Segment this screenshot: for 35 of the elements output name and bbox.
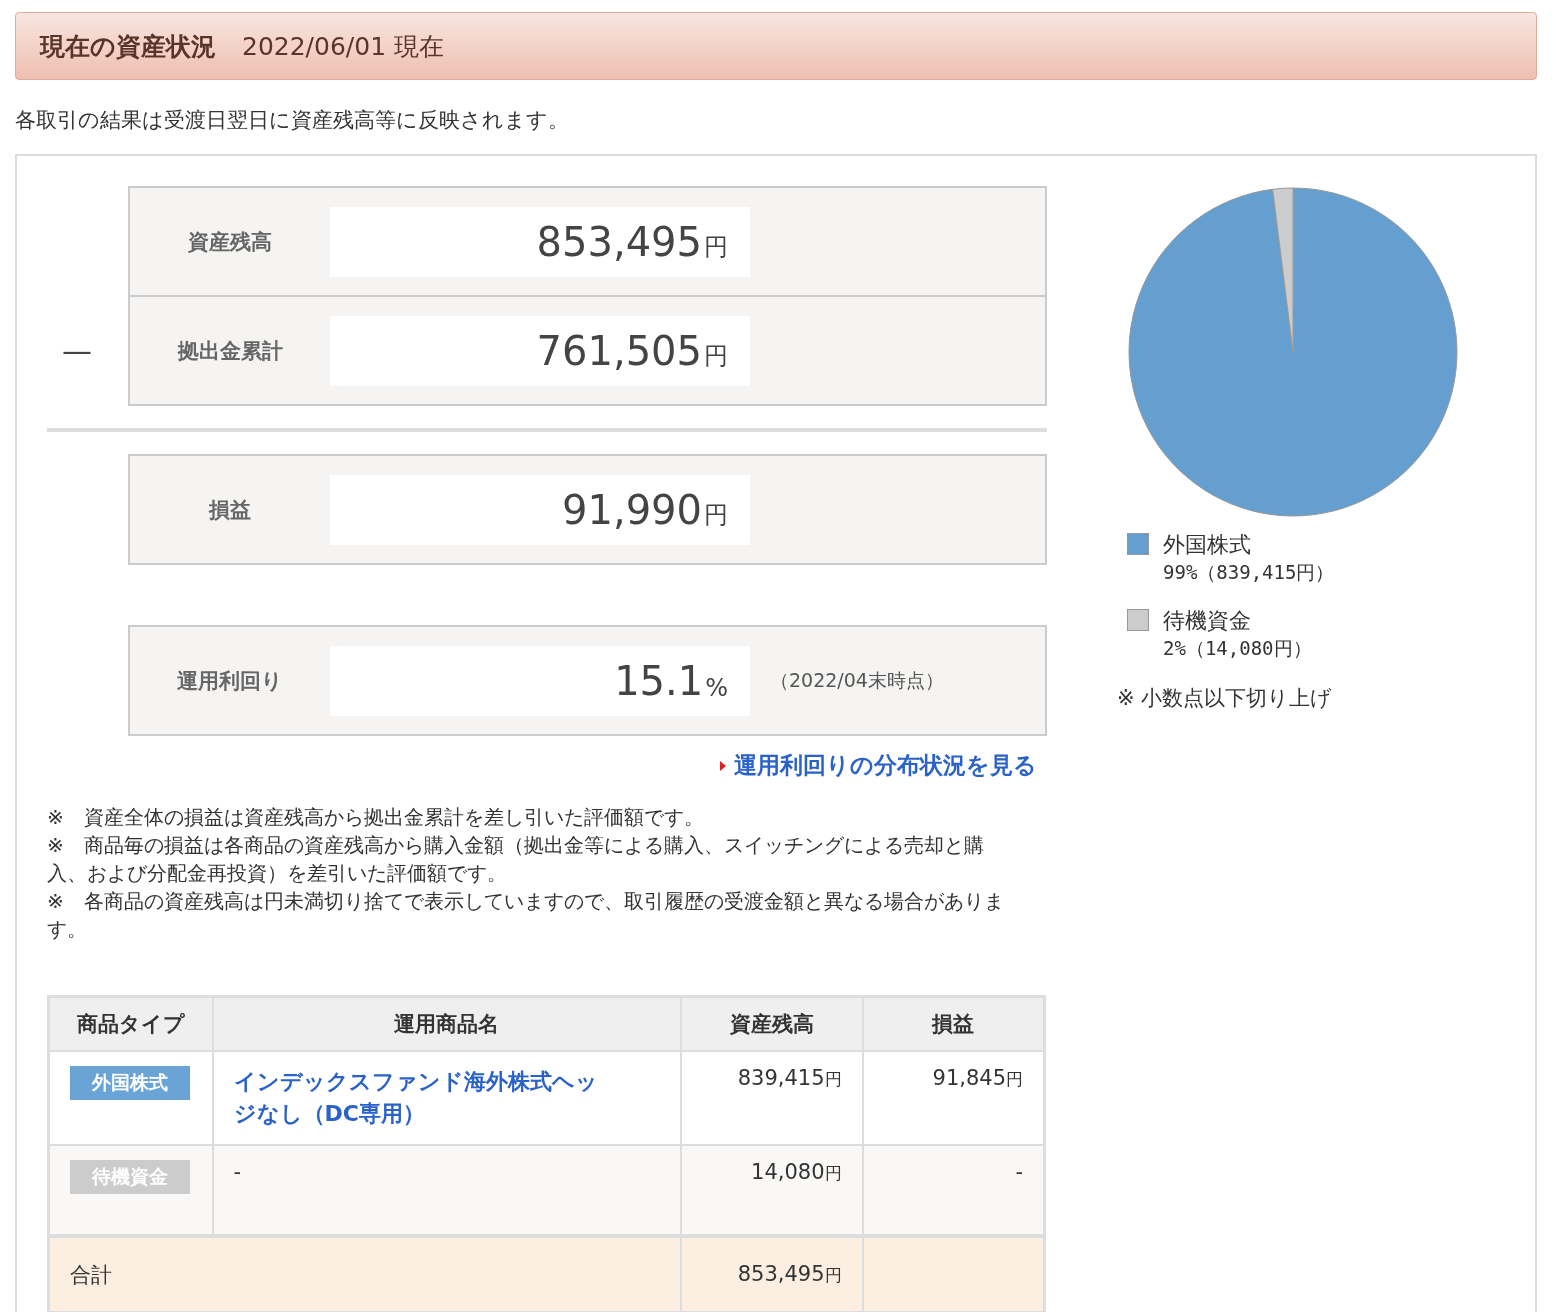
legend-label: 待機資金 — [1163, 607, 1252, 635]
column-header: 資産残高 — [680, 996, 863, 1051]
summary-label: 損益 — [207, 496, 252, 524]
type-badge: 外国株式 — [70, 1066, 190, 1100]
balance-cell: 14,080円 — [751, 1160, 842, 1184]
profit-cell: 91,845円 — [932, 1066, 1023, 1090]
summary-label: 拠出金累計 — [176, 337, 284, 365]
footnote-text: ※ 資産全体の損益は資産残高から拠出金累計を差し引いた評価額です。 — [47, 804, 705, 831]
column-header: 損益 — [862, 996, 1045, 1051]
summary-note: （2022/04末時点） — [770, 667, 944, 693]
page-title: 現在の資産状況 — [40, 30, 216, 63]
footnote-text: ※ 各商品の資産残高は円未満切り捨てで表示していますので、取引履歴の受渡金額と異なる場合があります。 — [47, 888, 1005, 943]
total-label: 合計 — [70, 1262, 112, 1287]
summary-value: 91,990 円 — [330, 474, 750, 545]
summary-value: 15.1% — [330, 645, 750, 716]
legend-label: 外国株式 — [1163, 531, 1252, 559]
legend-detail: 2%（14,080円） — [1163, 636, 1312, 661]
column-header: 商品タイプ — [48, 996, 213, 1051]
summary-value: 761,505 円 — [330, 315, 750, 386]
distribution-link[interactable]: 運用利回りの分布状況を見る — [734, 750, 1037, 781]
summary-label: 資産残高 — [187, 228, 273, 256]
total-balance: 853,495円 — [737, 1262, 842, 1286]
profit-cell: - — [1015, 1160, 1023, 1184]
balance-cell: 839,415円 — [737, 1066, 842, 1090]
summary-label: 運用利回り — [176, 667, 284, 695]
notice-text: 各取引の結果は受渡日翌日に資産残高等に反映されます。 — [15, 107, 570, 134]
as-of-date: 2022/06/01 現在 — [242, 30, 445, 63]
legend-detail: 99%（839,415円） — [1163, 560, 1335, 585]
column-header: 運用商品名 — [212, 996, 681, 1051]
minus-sign: — — [62, 333, 92, 368]
summary-value: 853,495 円 — [330, 206, 750, 277]
footnote-text: ※ 商品毎の損益は各商品の資産残高から購入金額（拠出金等による購入、スイッチングによる売却と購入、および分配金再投資）を差引いた評価額です。 — [47, 832, 985, 887]
rounding-note: ※ 小数点以下切り上げ — [1117, 685, 1334, 712]
table-cell: - — [233, 1160, 242, 1184]
triangle-icon — [720, 760, 726, 771]
